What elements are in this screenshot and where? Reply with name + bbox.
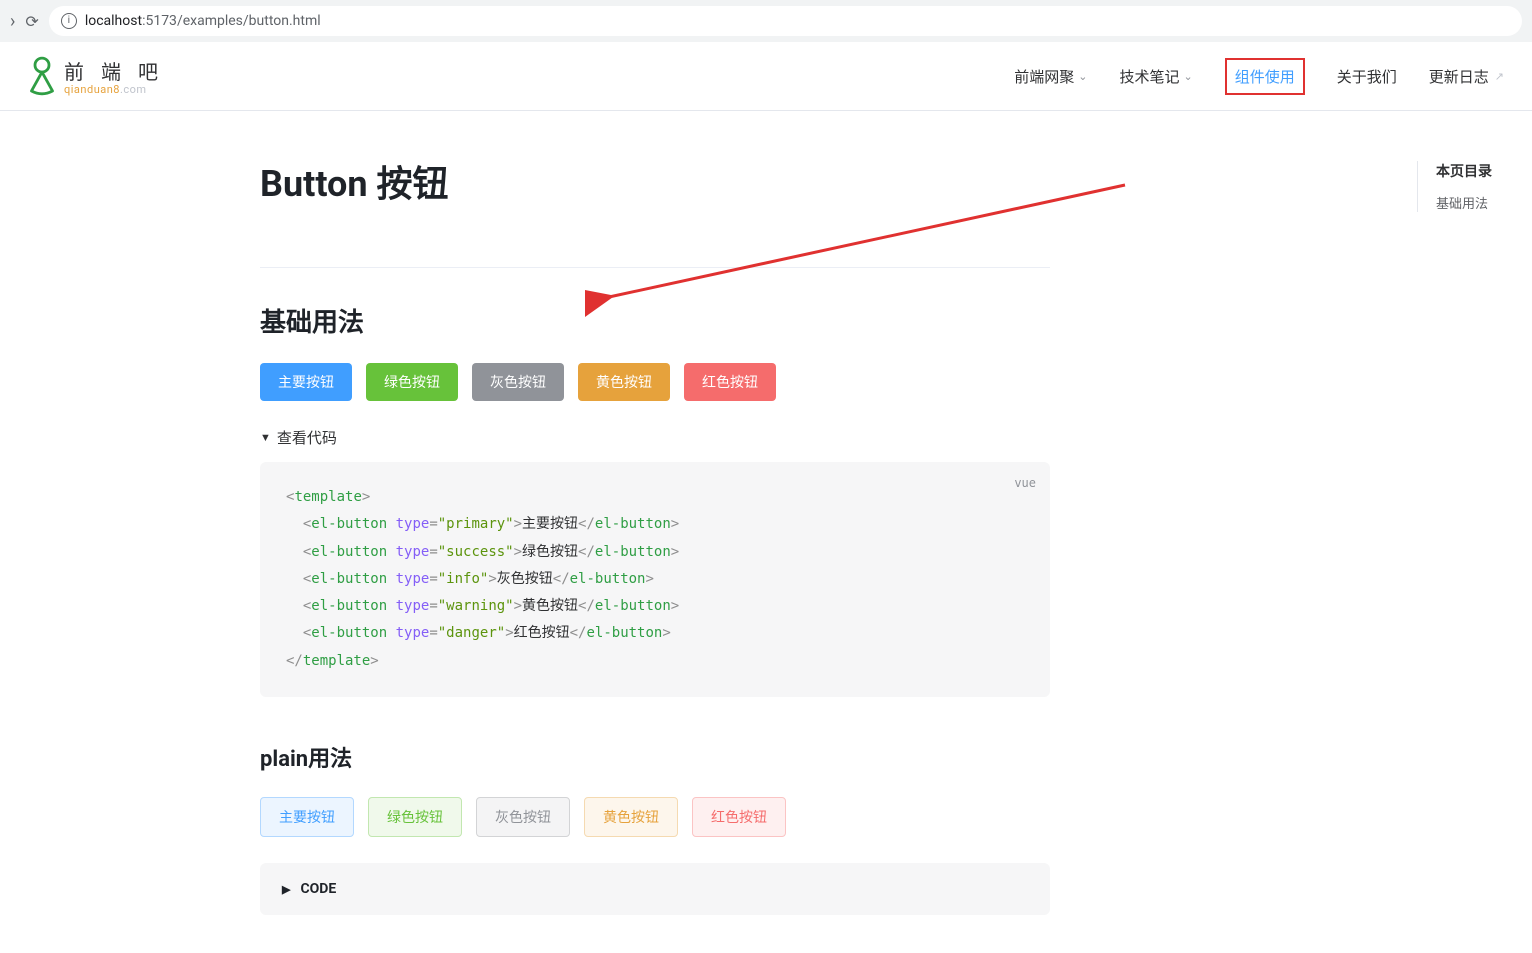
danger-button[interactable]: 红色按钮 [692,797,786,837]
warning-button[interactable]: 黄色按钮 [578,363,670,401]
chevron-down-icon: ⌄ [1184,70,1193,83]
nav-item[interactable]: 关于我们 [1337,66,1397,87]
code-collapsed-bar[interactable]: ▶ CODE [260,863,1050,915]
site-logo[interactable]: 前 端 吧 qianduan8.com [28,56,164,96]
chevron-down-icon: ⌄ [1078,70,1087,83]
code-bar-label: CODE [300,881,336,897]
info-button[interactable]: 灰色按钮 [472,363,564,401]
toc-title: 本页目录 [1436,161,1492,181]
page: Button 按钮 基础用法 主要按钮绿色按钮灰色按钮黄色按钮红色按钮 ▼ 查看… [0,111,1532,915]
logo-text-cn: 前 端 吧 [64,56,164,85]
danger-button[interactable]: 红色按钮 [684,363,776,401]
nav-item[interactable]: 前端网聚⌄ [1014,66,1087,87]
toc-link[interactable]: 基础用法 [1436,193,1492,212]
code-block: vue <template> <el-button type="primary"… [260,462,1050,697]
button-row-basic: 主要按钮绿色按钮灰色按钮黄色按钮红色按钮 [260,363,1050,401]
success-button[interactable]: 绿色按钮 [366,363,458,401]
site-info-icon[interactable]: i [61,13,77,29]
warning-button[interactable]: 黄色按钮 [584,797,678,837]
primary-button[interactable]: 主要按钮 [260,363,352,401]
nav-item[interactable]: 更新日志 [1429,66,1504,87]
primary-button[interactable]: 主要按钮 [260,797,354,837]
code-language-badge: vue [1014,472,1036,495]
page-title: Button 按钮 [260,155,1050,207]
main-nav: 前端网聚⌄ 技术笔记⌄ 组件使用 关于我们 更新日志 [1014,58,1504,95]
view-code-label: 查看代码 [277,427,337,448]
forward-icon[interactable]: › [10,11,15,32]
site-header: 前 端 吧 qianduan8.com 前端网聚⌄ 技术笔记⌄ 组件使用 关于我们 更新… [0,42,1532,111]
main-content: Button 按钮 基础用法 主要按钮绿色按钮灰色按钮黄色按钮红色按钮 ▼ 查看… [260,155,1050,915]
info-button[interactable]: 灰色按钮 [476,797,570,837]
nav-item[interactable]: 组件使用 [1225,58,1305,95]
url-text: localhost:5173/examples/button.html [85,13,321,29]
triangle-right-icon: ▶ [282,883,290,896]
reload-icon[interactable]: ⟳ [25,12,38,31]
logo-icon [28,56,56,95]
success-button[interactable]: 绿色按钮 [368,797,462,837]
view-code-toggle[interactable]: ▼ 查看代码 [260,427,1050,448]
section-heading-plain: plain用法 [260,741,1050,773]
button-row-plain: 主要按钮绿色按钮灰色按钮黄色按钮红色按钮 [260,797,1050,837]
table-of-contents: 本页目录 基础用法 [1417,161,1492,212]
section-heading-basic: 基础用法 [260,302,1050,339]
divider [260,267,1050,268]
nav-item[interactable]: 技术笔记⌄ [1120,66,1193,87]
code-content: <template> <el-button type="primary">主要按… [286,484,1024,675]
address-bar[interactable]: i localhost:5173/examples/button.html [49,6,1522,36]
triangle-down-icon: ▼ [260,431,271,444]
browser-toolbar: › ⟳ i localhost:5173/examples/button.htm… [0,0,1532,42]
